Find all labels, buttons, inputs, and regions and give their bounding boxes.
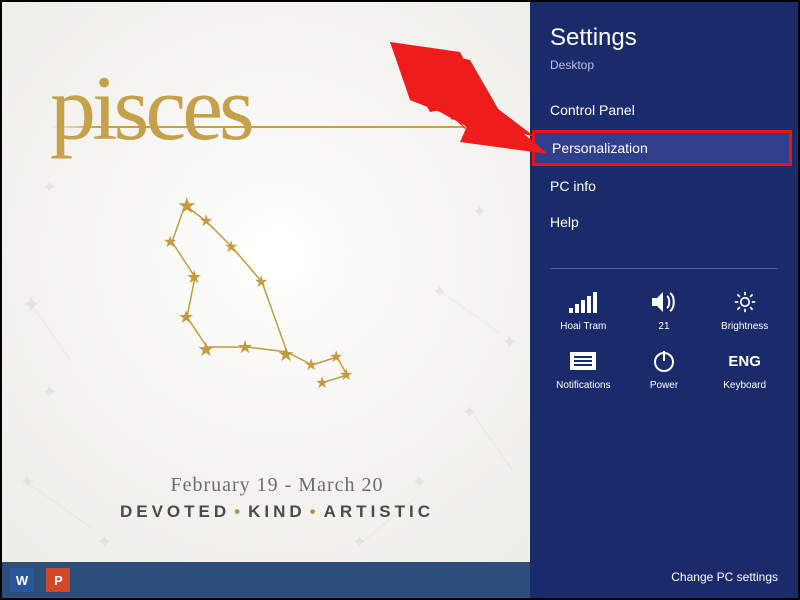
charm-context: Desktop	[530, 58, 798, 92]
bg-star: ✦	[432, 282, 447, 303]
change-pc-settings-link[interactable]: Change PC settings	[671, 570, 778, 584]
gold-star: ★	[237, 337, 253, 358]
desktop-wallpaper: ✦ ✦ ✦ ✦ ✦ ✦ ✦ ✦ ✦ ✦ ✦ pisces	[2, 2, 552, 562]
signal-bars-icon	[569, 287, 597, 317]
charm-item-pc-info[interactable]: PC info	[530, 168, 798, 204]
screen: ✦ ✦ ✦ ✦ ✦ ✦ ✦ ✦ ✦ ✦ ✦ pisces	[0, 0, 800, 600]
charm-item-control-panel[interactable]: Control Panel	[530, 92, 798, 128]
bg-star: ✦	[42, 177, 57, 198]
gold-star: ★	[178, 307, 194, 328]
gold-star: ★	[329, 347, 343, 367]
gold-star: ★	[304, 355, 318, 375]
gold-star: ★	[177, 193, 197, 219]
trait-sep: •	[230, 502, 248, 521]
gold-star: ★	[315, 373, 329, 393]
quick-tiles: Hoai Tram 21 Brightness Notifications	[530, 281, 798, 391]
tile-notifications[interactable]: Notifications	[548, 346, 619, 391]
tile-volume[interactable]: 21	[629, 287, 700, 332]
bg-star: ✦	[42, 382, 57, 403]
taskbar-app-word[interactable]	[10, 568, 34, 592]
wallpaper-title-underline	[50, 126, 510, 128]
tile-brightness-label: Brightness	[721, 321, 768, 332]
charm-item-personalization[interactable]: Personalization	[532, 130, 792, 166]
tile-brightness[interactable]: Brightness	[709, 287, 780, 332]
gold-star: ★	[199, 211, 213, 231]
trait-sep: •	[306, 502, 324, 521]
wallpaper-title: pisces	[50, 62, 510, 154]
tile-network[interactable]: Hoai Tram	[548, 287, 619, 332]
tile-keyboard-label: Keyboard	[723, 380, 766, 391]
gold-star: ★	[224, 237, 238, 257]
notifications-icon	[570, 346, 596, 376]
gold-star: ★	[186, 267, 202, 288]
tile-keyboard[interactable]: ENG Keyboard	[709, 346, 780, 391]
bg-line	[442, 292, 500, 333]
trait-3: ARTISTIC	[324, 502, 434, 521]
gold-star: ★	[339, 365, 353, 385]
power-icon	[652, 346, 676, 376]
tile-notifications-label: Notifications	[556, 380, 610, 391]
bg-star: ✦	[462, 402, 477, 423]
tile-power-label: Power	[650, 380, 678, 391]
bg-star: ✦	[97, 532, 112, 553]
gold-star: ★	[197, 337, 215, 362]
bg-line	[30, 302, 71, 360]
trait-2: KIND	[248, 502, 306, 521]
pisces-constellation: ★ ★ ★ ★ ★ ★ ★ ★ ★ ★ ★ ★ ★ ★	[137, 187, 417, 397]
brightness-icon	[734, 287, 756, 317]
wallpaper-traits: DEVOTED•KIND•ARTISTIC	[2, 502, 552, 522]
bg-star: ✦	[502, 332, 517, 353]
tile-power[interactable]: Power	[629, 346, 700, 391]
gold-star: ★	[254, 272, 268, 292]
tile-network-label: Hoai Tram	[560, 321, 606, 332]
tile-volume-label: 21	[658, 321, 669, 332]
bg-star: ✦	[472, 202, 487, 223]
charm-item-help[interactable]: Help	[530, 204, 798, 240]
wallpaper-daterange: February 19 - March 20	[2, 474, 552, 497]
taskbar[interactable]	[2, 562, 552, 598]
charm-divider	[550, 268, 778, 269]
speaker-icon	[650, 287, 678, 317]
charm-title: Settings	[530, 2, 798, 58]
gold-star: ★	[163, 232, 177, 252]
gold-star: ★	[277, 342, 295, 367]
trait-1: DEVOTED	[120, 502, 230, 521]
keyboard-lang-value: ENG	[728, 346, 761, 376]
bg-star: ✦	[352, 532, 367, 553]
bg-line	[472, 412, 513, 470]
taskbar-app-powerpoint[interactable]	[46, 568, 70, 592]
settings-charm-panel: Settings Desktop Control Panel Personali…	[530, 2, 798, 598]
